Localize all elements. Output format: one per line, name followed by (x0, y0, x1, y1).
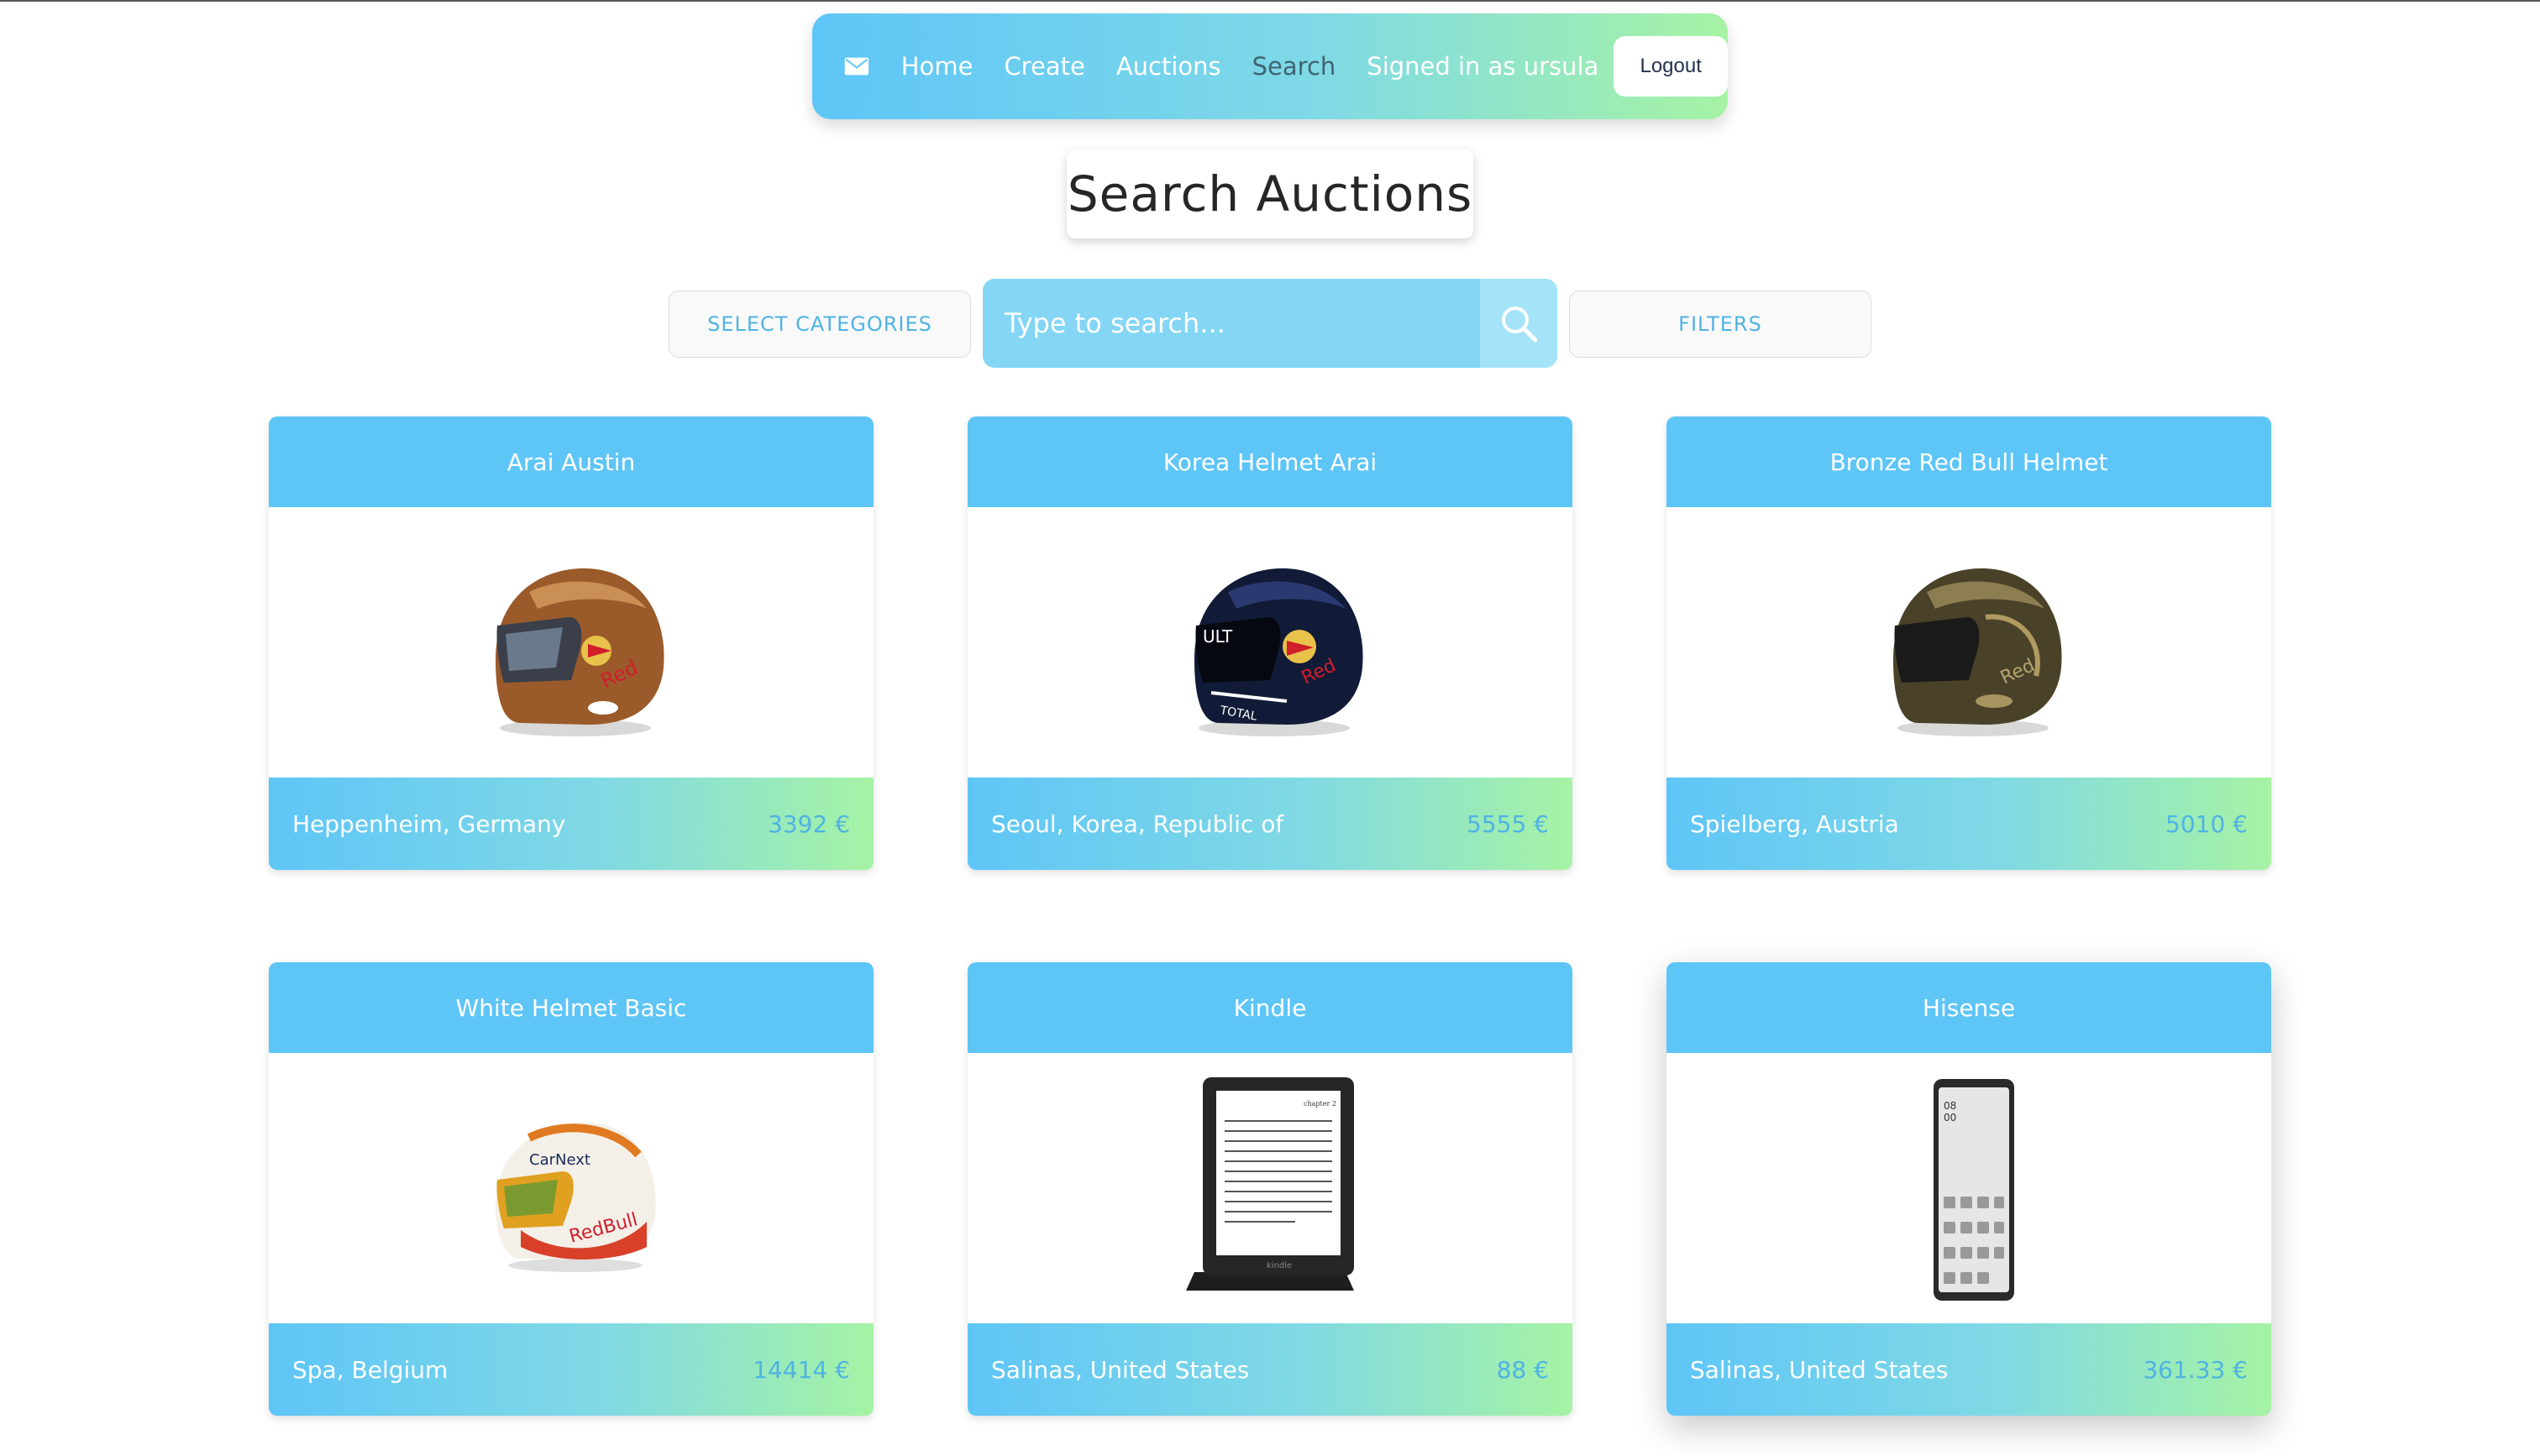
mail-icon[interactable] (844, 54, 869, 79)
auction-price: 5555 € (1467, 809, 1549, 838)
auction-card[interactable]: White Helmet Basic CarNext RedBull Spa, … (269, 962, 874, 1416)
auction-price: 88 € (1496, 1355, 1549, 1384)
nav-auctions-link[interactable]: Auctions (1116, 52, 1221, 81)
phone-image: 08 00 (1934, 1079, 2014, 1301)
svg-text:kindle: kindle (1267, 1261, 1292, 1270)
auction-location: Spielberg, Austria (1690, 809, 1899, 838)
helmet-image: Red (1893, 568, 2062, 736)
auction-title: Kindle (968, 962, 1572, 1053)
page-title-box: Search Auctions (1067, 149, 1473, 238)
nav-search-link[interactable]: Search (1252, 52, 1336, 81)
auction-price: 5010 € (2165, 809, 2248, 838)
auction-title: Hisense (1666, 962, 2271, 1053)
auction-title: Bronze Red Bull Helmet (1666, 416, 2271, 507)
main-nav: Home Create Auctions Search Signed in as… (812, 13, 1728, 119)
top-border (0, 0, 2540, 2)
auction-title: Arai Austin (269, 416, 874, 507)
svg-text:CarNext: CarNext (529, 1151, 590, 1169)
nav-create-link[interactable]: Create (1004, 52, 1084, 81)
auction-title: Korea Helmet Arai (968, 416, 1572, 507)
svg-text:chapter 2: chapter 2 (1304, 1100, 1336, 1108)
svg-text:08: 08 (1944, 1100, 1956, 1112)
auction-location: Spa, Belgium (292, 1355, 449, 1384)
signed-in-text: Signed in as ursula (1367, 52, 1599, 81)
auction-location: Salinas, United States (1690, 1355, 1949, 1384)
nav-home-link[interactable]: Home (901, 52, 973, 81)
search-icon (1502, 306, 1538, 343)
select-categories-button[interactable]: SELECT CATEGORIES (669, 291, 971, 358)
helmet-image: CarNext RedBull (496, 1122, 656, 1272)
auction-location: Salinas, United States (991, 1355, 1250, 1384)
kindle-image: chapter 2 kindle (1186, 1077, 1354, 1291)
auction-price: 14414 € (753, 1355, 850, 1384)
page-title: Search Auctions (1067, 165, 1473, 223)
auction-title: White Helmet Basic (269, 962, 874, 1053)
auction-card[interactable]: Hisense 08 00 Salinas, United States 361… (1666, 962, 2271, 1416)
search-bar (983, 279, 1557, 368)
auction-location: Seoul, Korea, Republic of (991, 809, 1284, 838)
auction-card[interactable]: Korea Helmet Arai ULT Red TOTAL Seoul, K… (968, 416, 1572, 870)
auction-card[interactable]: Bronze Red Bull Helmet Red Spielberg, Au… (1666, 416, 2271, 870)
auction-location: Heppenheim, Germany (292, 809, 566, 838)
auction-price: 361.33 € (2143, 1355, 2248, 1384)
filters-button[interactable]: FILTERS (1569, 291, 1871, 358)
logout-button[interactable]: Logout (1614, 36, 1728, 97)
svg-text:00: 00 (1944, 1112, 1956, 1123)
search-button[interactable] (1480, 279, 1557, 368)
helmet-image: ULT Red TOTAL (1194, 568, 1363, 736)
auction-card[interactable]: Arai Austin Red Heppenheim, Germany 3392… (269, 416, 874, 870)
auction-card[interactable]: Kindle chapter 2 kindle Salinas, United … (968, 962, 1572, 1416)
helmet-image: Red (496, 568, 664, 736)
search-input[interactable] (983, 279, 1480, 368)
auction-price: 3392 € (768, 809, 850, 838)
svg-text:ULT: ULT (1203, 626, 1233, 647)
